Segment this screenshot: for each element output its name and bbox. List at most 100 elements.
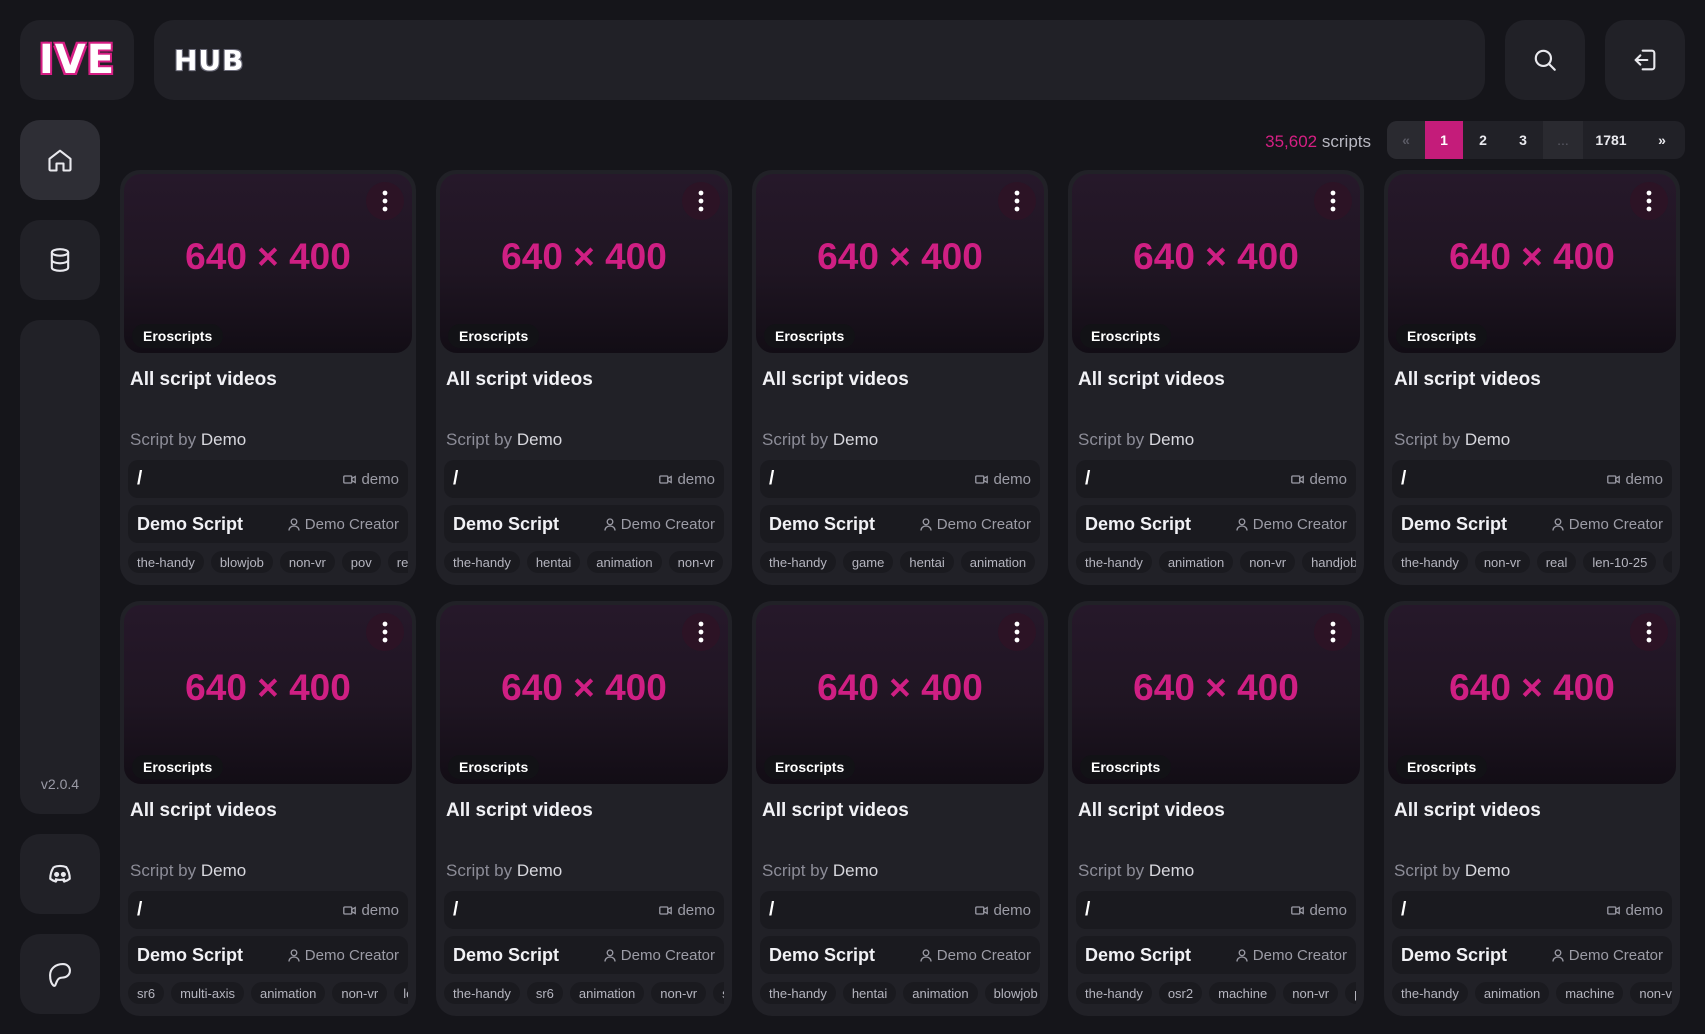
tag-chip[interactable]: handjob (1302, 551, 1356, 573)
script-row[interactable]: Demo Script Demo Creator (1076, 505, 1356, 543)
page-button-1[interactable]: 1 (1425, 121, 1463, 159)
script-author[interactable]: Demo (1465, 430, 1510, 449)
script-card[interactable]: 640 × 400 Eroscripts All script videos S… (436, 170, 732, 585)
tag-chip[interactable]: non-vr (1283, 982, 1339, 1004)
video-row[interactable]: / demo (444, 891, 724, 929)
source-badge[interactable]: Eroscripts (1396, 755, 1488, 779)
script-row[interactable]: Demo Script Demo Creator (1392, 936, 1672, 974)
video-row[interactable]: / demo (760, 460, 1040, 498)
video-row[interactable]: / demo (1076, 891, 1356, 929)
script-card[interactable]: 640 × 400 Eroscripts All script videos S… (120, 601, 416, 1016)
tag-chip[interactable]: animation (903, 982, 978, 1004)
card-menu-button[interactable] (998, 613, 1036, 651)
script-row[interactable]: Demo Script Demo Creator (1076, 936, 1356, 974)
tag-chip[interactable]: the-handy (128, 551, 204, 573)
card-menu-button[interactable] (1630, 613, 1668, 651)
sidebar-item-discord[interactable] (20, 834, 100, 914)
source-badge[interactable]: Eroscripts (1080, 324, 1172, 348)
source-badge[interactable]: Eroscripts (1396, 324, 1488, 348)
tag-chip[interactable]: the-handy (1392, 551, 1468, 573)
search-button[interactable] (1505, 20, 1585, 100)
card-thumbnail[interactable]: 640 × 400 Eroscripts (440, 605, 728, 784)
tag-chip[interactable]: s (713, 982, 724, 1004)
card-thumbnail[interactable]: 640 × 400 Eroscripts (124, 174, 412, 353)
tag-chip[interactable]: the-handy (760, 982, 836, 1004)
logo[interactable]: IVE (20, 20, 134, 100)
tag-chip[interactable]: s (1663, 551, 1672, 573)
script-card[interactable]: 640 × 400 Eroscripts All script videos S… (120, 170, 416, 585)
script-row[interactable]: Demo Script Demo Creator (444, 505, 724, 543)
tag-chip[interactable]: re (387, 551, 408, 573)
card-thumbnail[interactable]: 640 × 400 Eroscripts (124, 605, 412, 784)
tag-chip[interactable]: hentai (842, 982, 897, 1004)
source-badge[interactable]: Eroscripts (1080, 755, 1172, 779)
sidebar-item-home[interactable] (20, 120, 100, 200)
video-row[interactable]: / demo (128, 460, 408, 498)
tag-chip[interactable]: sr6 (128, 982, 165, 1004)
tag-chip[interactable]: animation (960, 551, 1036, 573)
tag-chip[interactable]: animation (587, 551, 662, 573)
script-card[interactable]: 640 × 400 Eroscripts All script videos S… (1384, 170, 1680, 585)
card-thumbnail[interactable]: 640 × 400 Eroscripts (1388, 605, 1676, 784)
tag-chip[interactable]: the-handy (444, 982, 520, 1004)
script-card[interactable]: 640 × 400 Eroscripts All script videos S… (1384, 601, 1680, 1016)
video-row[interactable]: / demo (760, 891, 1040, 929)
source-badge[interactable]: Eroscripts (764, 324, 856, 348)
tag-chip[interactable]: non-vr (279, 551, 335, 573)
card-title[interactable]: All script videos (446, 800, 593, 822)
card-title[interactable]: All script videos (1078, 369, 1225, 391)
logout-button[interactable] (1605, 20, 1685, 100)
card-thumbnail[interactable]: 640 × 400 Eroscripts (1388, 174, 1676, 353)
video-row[interactable]: / demo (128, 891, 408, 929)
script-author[interactable]: Demo (1149, 861, 1194, 880)
tag-chip[interactable]: game (842, 551, 894, 573)
sidebar-item-database[interactable] (20, 220, 100, 300)
card-menu-button[interactable] (366, 613, 404, 651)
tag-chip[interactable]: non-vr (1240, 551, 1296, 573)
script-card[interactable]: 640 × 400 Eroscripts All script videos S… (1068, 170, 1364, 585)
script-row[interactable]: Demo Script Demo Creator (128, 936, 408, 974)
source-badge[interactable]: Eroscripts (132, 324, 224, 348)
tag-chip[interactable]: non-vr (651, 982, 707, 1004)
tag-chip[interactable]: le (394, 982, 408, 1004)
tag-chip[interactable]: the-handy (760, 551, 836, 573)
card-menu-button[interactable] (1314, 182, 1352, 220)
script-row[interactable]: Demo Script Demo Creator (1392, 505, 1672, 543)
video-row[interactable]: / demo (1392, 460, 1672, 498)
video-row[interactable]: / demo (1076, 460, 1356, 498)
card-menu-button[interactable] (366, 182, 404, 220)
card-title[interactable]: All script videos (1394, 369, 1541, 391)
script-row[interactable]: Demo Script Demo Creator (760, 505, 1040, 543)
card-thumbnail[interactable]: 640 × 400 Eroscripts (1072, 605, 1360, 784)
tag-chip[interactable]: multi-axis (171, 982, 244, 1004)
tag-chip[interactable]: blowjob (984, 982, 1040, 1004)
page-button-3[interactable]: 3 (1503, 121, 1543, 159)
video-row[interactable]: / demo (1392, 891, 1672, 929)
script-author[interactable]: Demo (1465, 861, 1510, 880)
card-thumbnail[interactable]: 640 × 400 Eroscripts (440, 174, 728, 353)
tag-chip[interactable]: the-handy (1392, 982, 1468, 1004)
card-title[interactable]: All script videos (1394, 800, 1541, 822)
tag-chip[interactable]: machine (1556, 982, 1624, 1004)
source-badge[interactable]: Eroscripts (448, 755, 540, 779)
tag-chip[interactable]: pov (341, 551, 381, 573)
script-author[interactable]: Demo (517, 430, 562, 449)
tag-chip[interactable]: animation (250, 982, 326, 1004)
card-thumbnail[interactable]: 640 × 400 Eroscripts (756, 605, 1044, 784)
card-menu-button[interactable] (1630, 182, 1668, 220)
tag-chip[interactable]: p (1345, 982, 1356, 1004)
card-menu-button[interactable] (682, 182, 720, 220)
script-author[interactable]: Demo (201, 430, 246, 449)
tag-chip[interactable]: the-handy (1076, 982, 1152, 1004)
script-row[interactable]: Demo Script Demo Creator (444, 936, 724, 974)
card-title[interactable]: All script videos (762, 369, 909, 391)
tag-chip[interactable]: animation (1474, 982, 1550, 1004)
card-menu-button[interactable] (998, 182, 1036, 220)
source-badge[interactable]: Eroscripts (132, 755, 224, 779)
card-thumbnail[interactable]: 640 × 400 Eroscripts (756, 174, 1044, 353)
video-row[interactable]: / demo (444, 460, 724, 498)
script-author[interactable]: Demo (201, 861, 246, 880)
tag-chip[interactable]: machine (1209, 982, 1277, 1004)
tag-chip[interactable]: hentai (526, 551, 581, 573)
page-prev-button[interactable]: « (1387, 121, 1425, 159)
